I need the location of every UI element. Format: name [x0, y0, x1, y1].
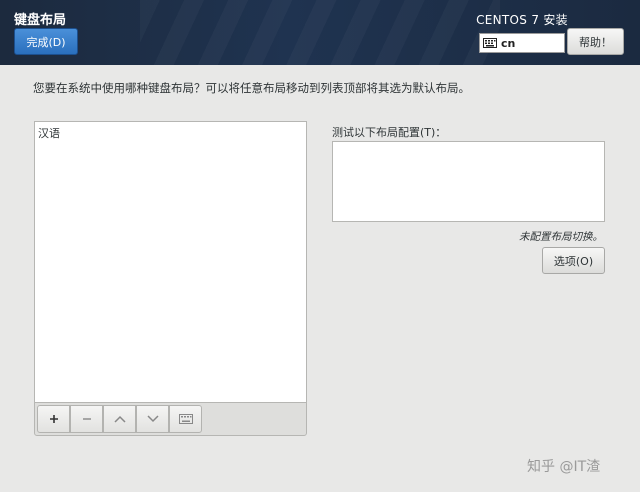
chevron-up-icon — [113, 415, 126, 423]
help-button[interactable]: 帮助！ — [567, 28, 624, 55]
layout-list[interactable]: 汉语 — [34, 121, 307, 402]
keyboard-indicator-label: cn — [501, 36, 516, 50]
instruction-text: 您要在系统中使用哪种键盘布局？可以将任意布局移动到列表顶部将其选为默认布局。 — [33, 81, 470, 95]
watermark: 知乎 @IT渣 — [527, 459, 601, 475]
move-up-button[interactable] — [103, 405, 136, 433]
keyboard-icon — [178, 414, 193, 424]
move-down-button[interactable] — [136, 405, 169, 433]
page-title: 键盘布局 — [14, 13, 67, 28]
chevron-down-icon — [146, 415, 159, 423]
test-layout-input[interactable] — [332, 141, 605, 222]
list-item[interactable]: 汉语 — [38, 125, 60, 141]
preview-layout-button[interactable] — [169, 405, 202, 433]
options-button[interactable]: 选项(O) — [542, 247, 605, 274]
keyboard-icon — [483, 38, 497, 48]
layout-list-toolbar — [34, 402, 307, 436]
minus-icon — [82, 418, 91, 420]
layout-switch-note: 未配置布局切换。 — [519, 231, 603, 243]
add-layout-button[interactable] — [37, 405, 70, 433]
plus-icon — [49, 415, 58, 423]
product-title: CENTOS 7 安装 — [476, 13, 568, 27]
test-layout-label: 测试以下布局配置(T)： — [332, 126, 447, 139]
keyboard-layout-indicator[interactable]: cn — [479, 33, 565, 53]
remove-layout-button[interactable] — [70, 405, 103, 433]
header-bar: 键盘布局 完成(D) CENTOS 7 安装 cn 帮助！ — [0, 0, 640, 65]
done-button[interactable]: 完成(D) — [14, 28, 78, 55]
